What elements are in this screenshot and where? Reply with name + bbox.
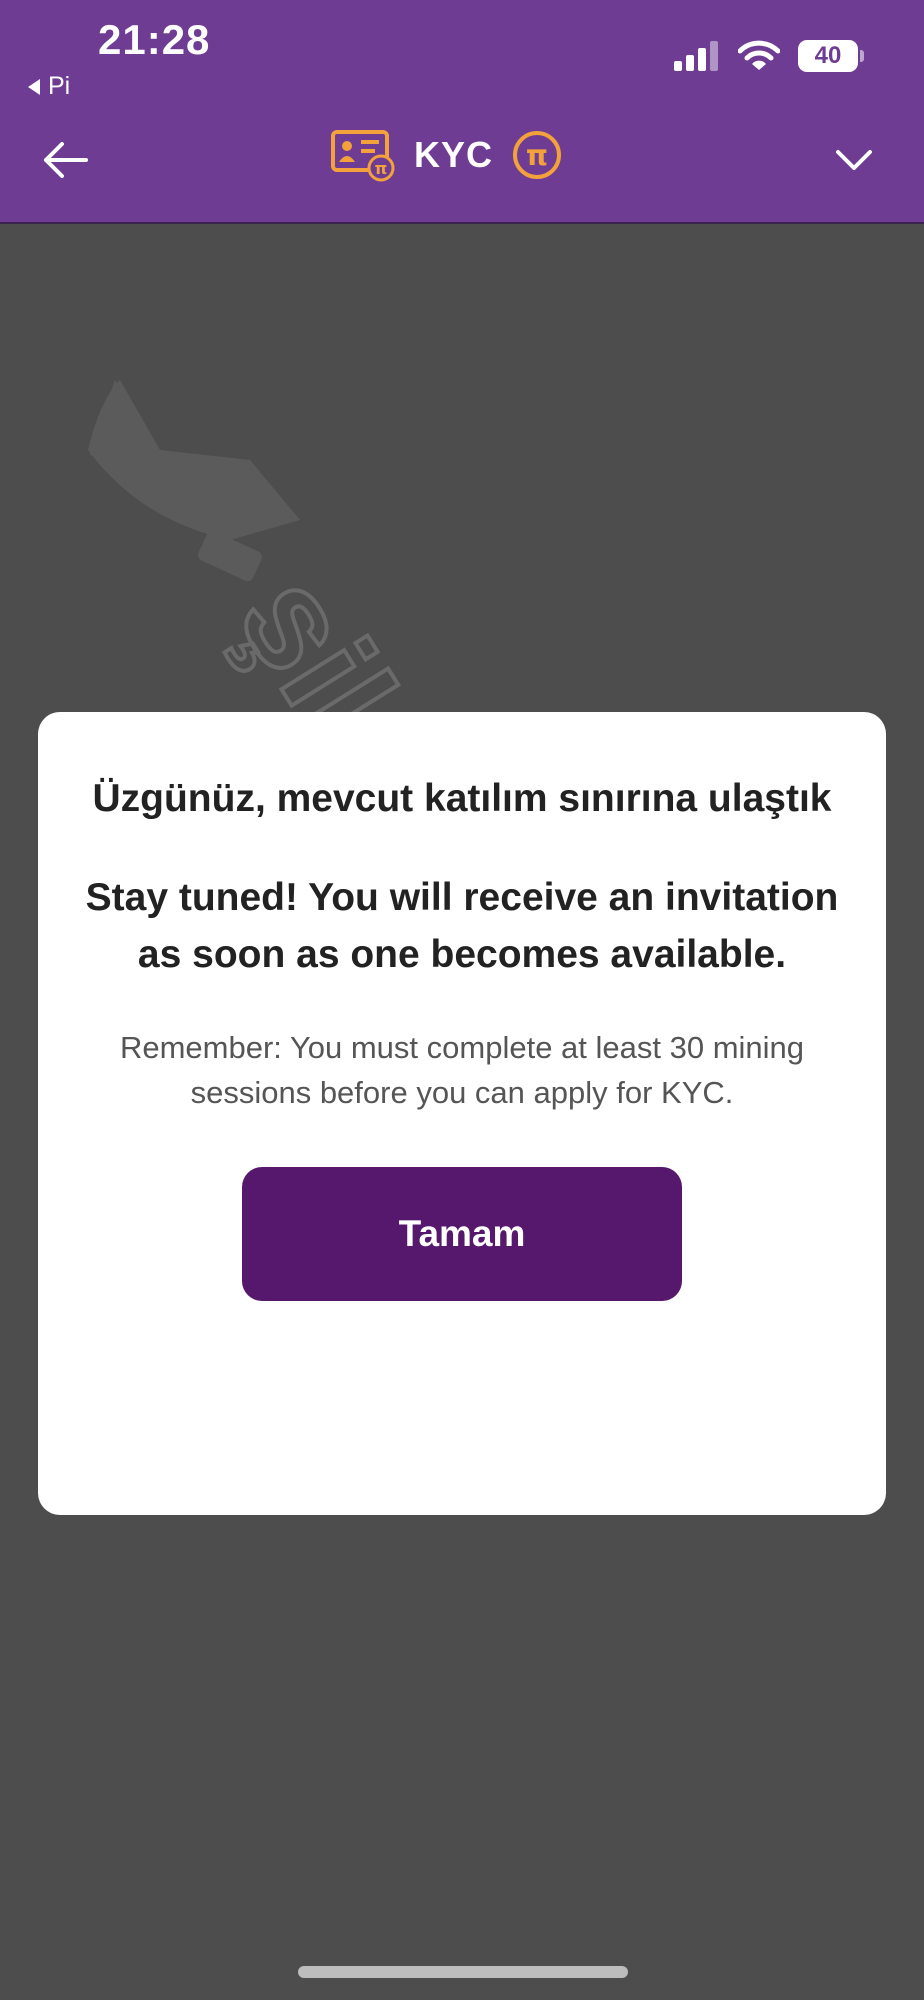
battery-icon: 40 [798, 40, 858, 72]
battery-indicator: 40 [798, 40, 864, 72]
cellular-signal-icon [674, 41, 718, 71]
dialog-note: Remember: You must complete at least 30 … [119, 1030, 805, 1110]
pi-coin-icon: π [513, 131, 562, 179]
id-card-icon: π [331, 130, 395, 182]
page-title: KYC [414, 134, 494, 175]
limit-reached-dialog: Üzgünüz, mevcut katılım sınırına ulaştık… [38, 712, 886, 1515]
status-time: 21:28 [98, 16, 211, 63]
back-to-app-link[interactable]: Pi [28, 72, 70, 101]
back-app-label: Pi [48, 72, 71, 100]
nav-title-group: π KYC π [330, 128, 563, 182]
wifi-icon [738, 40, 780, 70]
ok-button[interactable]: Tamam [242, 1167, 682, 1301]
svg-text:π: π [375, 159, 388, 178]
dialog-title: Üzgünüz, mevcut katılım sınırına ulaştık [92, 777, 832, 820]
home-indicator[interactable] [298, 1966, 628, 1978]
arrow-left-icon[interactable] [40, 138, 90, 182]
navigation-bar: π KYC π [0, 120, 924, 200]
dialog-subtitle: Stay tuned! You will receive an invitati… [85, 876, 839, 976]
chevron-down-icon[interactable] [834, 142, 874, 178]
back-triangle-icon [28, 78, 40, 95]
battery-tip [860, 50, 864, 62]
status-icons: 40 [674, 40, 864, 72]
battery-percentage: 40 [814, 42, 842, 69]
svg-text:π: π [526, 139, 548, 172]
watermark-logo-icon [88, 380, 300, 582]
top-bar: 21:28 Pi 40 π KYC π [0, 0, 924, 224]
